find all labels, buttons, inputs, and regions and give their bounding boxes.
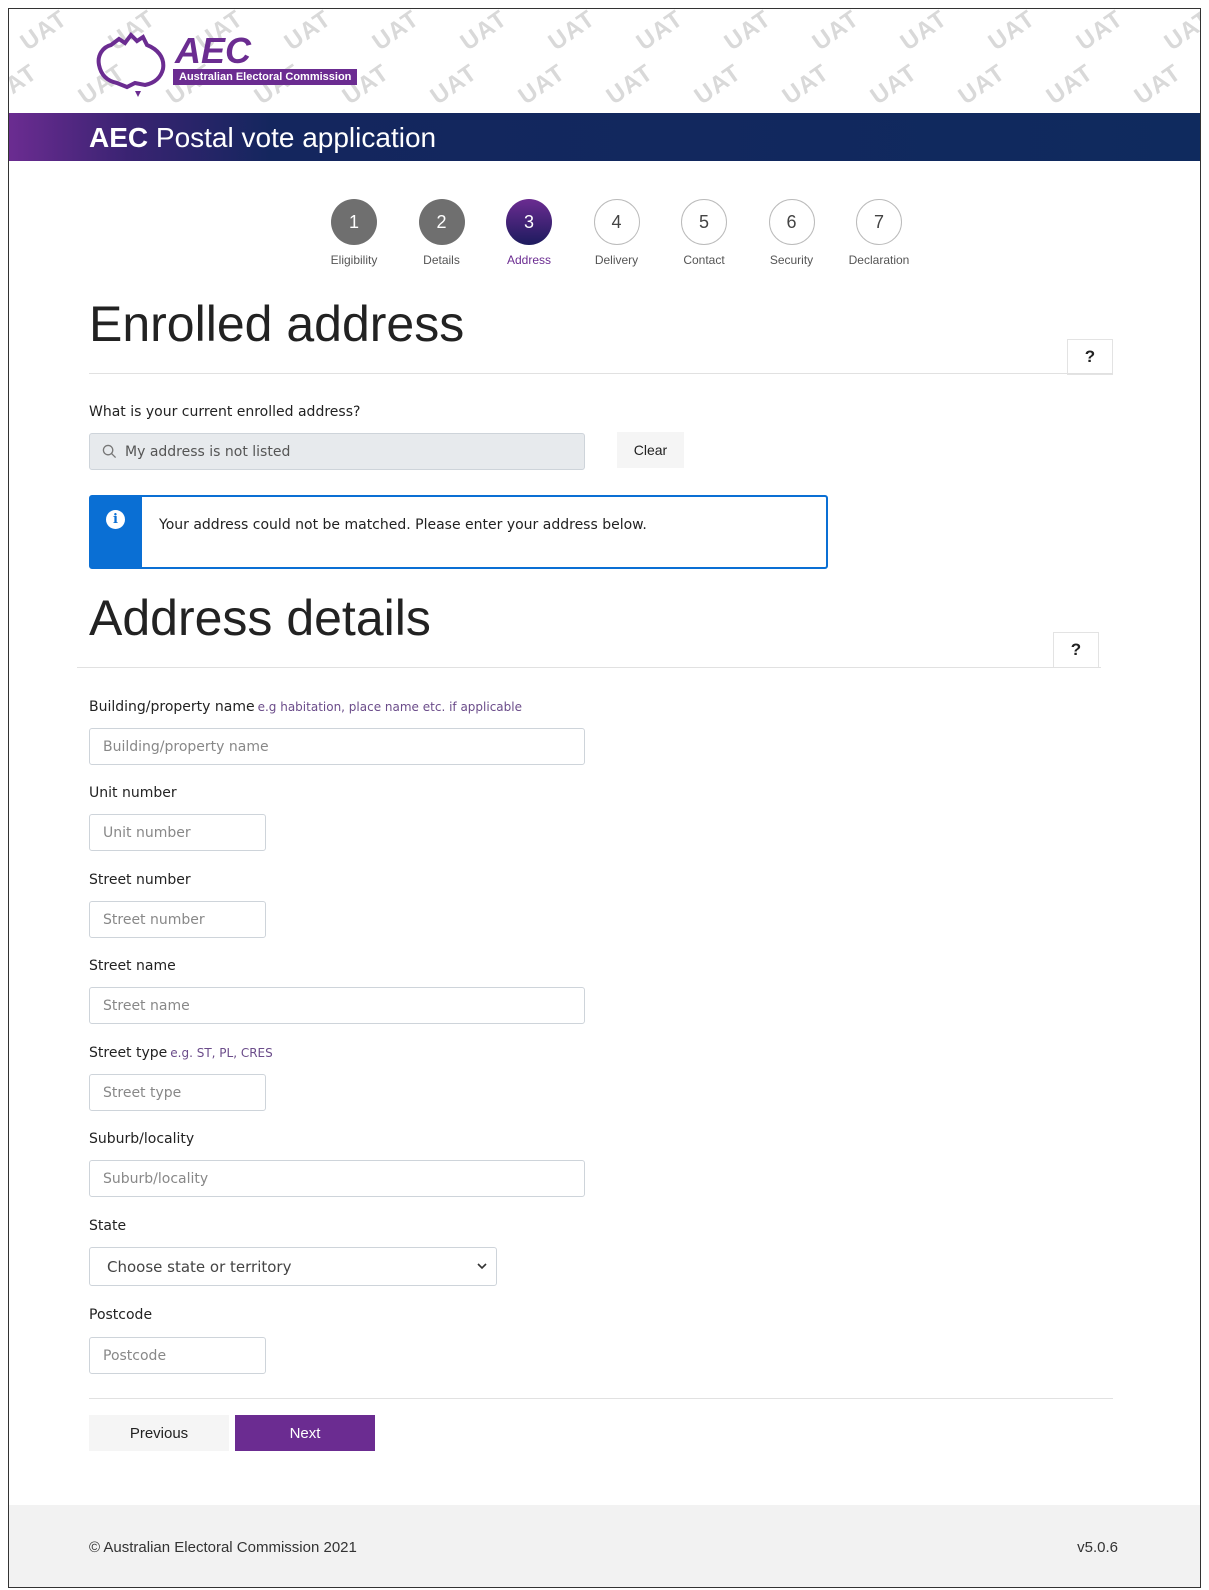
step-delivery: 4 Delivery	[572, 199, 662, 267]
logo-wordmark: AEC	[175, 30, 252, 71]
previous-button[interactable]: Previous	[89, 1415, 229, 1451]
step-number: 1	[331, 199, 377, 245]
uat-watermark: UAT	[601, 59, 659, 111]
step-label: Declaration	[848, 253, 910, 267]
app-title-rest: Postal vote application	[148, 122, 437, 153]
copyright-text: © Australian Electoral Commission 2021	[89, 1539, 357, 1556]
step-number: 2	[418, 199, 465, 245]
step-address: 3 Address	[484, 199, 574, 267]
divider	[89, 1398, 1113, 1399]
alert-accent-bar	[91, 497, 142, 567]
postcode-label: Postcode	[89, 1307, 153, 1323]
australia-map-icon	[96, 31, 166, 97]
step-eligibility: 1 Eligibility	[309, 199, 399, 267]
uat-watermark: UAT	[9, 59, 43, 111]
uat-watermark: UAT	[1129, 59, 1187, 111]
info-icon: i	[106, 510, 125, 529]
uat-watermark: UAT	[953, 59, 1011, 111]
building-hint: e.g habitation, place name etc. if appli…	[257, 700, 522, 714]
progress-stepper: 1 Eligibility 2 Details 3 Address 4 Delivery 5 Co…	[309, 199, 929, 279]
step-number: 7	[856, 199, 902, 245]
app-title: AEC Postal vote application	[89, 122, 436, 154]
enrolled-address-heading: Enrolled address	[89, 296, 465, 352]
step-details: 2 Details	[397, 199, 487, 267]
step-number: 5	[681, 199, 727, 245]
state-select[interactable]: Choose state or territory	[89, 1247, 497, 1286]
street-type-label: Street type e.g. ST, PL, CRES	[89, 1045, 273, 1061]
step-label: Address	[506, 253, 552, 267]
uat-watermark: UAT	[425, 59, 483, 111]
address-not-matched-alert: i Your address could not be matched. Ple…	[89, 495, 828, 569]
uat-watermark: UAT	[983, 9, 1041, 57]
street-number-label: Street number	[89, 872, 191, 888]
state-select-value: Choose state or territory	[107, 1257, 292, 1276]
step-label: Security	[769, 253, 814, 267]
street-type-hint: e.g. ST, PL, CRES	[170, 1046, 273, 1060]
logo-subtitle: Australian Electoral Commission	[173, 69, 358, 85]
footer: © Australian Electoral Commission 2021 v…	[9, 1505, 1200, 1587]
step-contact: 5 Contact	[659, 199, 749, 267]
street-type-label-text: Street type	[89, 1045, 168, 1061]
version-text: v5.0.6	[1077, 1539, 1118, 1556]
alert-message: Your address could not be matched. Pleas…	[159, 517, 647, 533]
uat-watermark: UAT	[1041, 59, 1099, 111]
unit-number-label: Unit number	[89, 785, 177, 801]
step-security: 6 Security	[747, 199, 837, 267]
uat-watermark: UAT	[513, 59, 571, 111]
street-number-input[interactable]: Street number	[89, 901, 266, 938]
step-number: 6	[768, 199, 815, 245]
uat-watermark: UAT	[689, 59, 747, 111]
address-details-heading: Address details	[89, 590, 431, 646]
app-title-bold: AEC	[89, 122, 149, 153]
uat-watermark: UAT	[895, 9, 953, 57]
street-name-label: Street name	[89, 958, 176, 974]
uat-watermark: UAT	[865, 59, 923, 111]
street-type-input[interactable]: Street type	[89, 1074, 266, 1111]
building-label: Building/property name e.g habitation, pl…	[89, 699, 522, 715]
next-button[interactable]: Next	[235, 1415, 375, 1451]
app-title-bar: AEC Postal vote application	[9, 113, 1200, 161]
unit-number-input[interactable]: Unit number	[89, 814, 266, 851]
uat-watermark: UAT	[631, 9, 689, 57]
enrolled-address-question: What is your current enrolled address?	[89, 404, 361, 420]
step-declaration: 7 Declaration	[834, 199, 924, 267]
uat-watermark: UAT	[1159, 9, 1200, 57]
suburb-input[interactable]: Suburb/locality	[89, 1160, 585, 1197]
step-number: 4	[593, 199, 640, 245]
details-help-button[interactable]: ?	[1053, 632, 1099, 668]
street-name-input[interactable]: Street name	[89, 987, 585, 1024]
search-icon	[102, 444, 117, 459]
step-label: Contact	[683, 253, 725, 267]
divider	[89, 373, 1113, 374]
chevron-down-icon	[477, 1263, 487, 1270]
step-number: 3	[506, 199, 552, 245]
clear-button[interactable]: Clear	[617, 432, 684, 468]
step-label: Delivery	[594, 253, 639, 267]
aec-logo[interactable]: AEC Australian Electoral Commission	[89, 31, 379, 101]
state-label: State	[89, 1218, 127, 1234]
brand-strip: UAT UAT UAT UAT UAT UAT UAT UAT UAT UAT UAT UAT UAT U…	[9, 9, 1200, 113]
uat-watermark: UAT	[543, 9, 601, 57]
enrolled-help-button[interactable]: ?	[1067, 339, 1113, 375]
step-label: Eligibility	[330, 253, 378, 267]
address-search-value: My address is not listed	[125, 443, 291, 460]
uat-watermark: UAT	[455, 9, 513, 57]
suburb-label: Suburb/locality	[89, 1131, 195, 1147]
uat-watermark: UAT	[719, 9, 777, 57]
page-frame: UAT UAT UAT UAT UAT UAT UAT UAT UAT UAT UAT UAT UAT U…	[8, 8, 1201, 1588]
postcode-input[interactable]: Postcode	[89, 1337, 266, 1374]
step-label: Details	[423, 253, 460, 267]
address-search-input[interactable]: My address is not listed	[89, 433, 585, 470]
uat-watermark: UAT	[777, 59, 835, 111]
uat-watermark: UAT	[15, 9, 73, 57]
divider	[77, 667, 1101, 668]
uat-watermark: UAT	[1071, 9, 1129, 57]
building-name-input[interactable]: Building/property name	[89, 728, 585, 765]
building-label-text: Building/property name	[89, 699, 255, 715]
uat-watermark: UAT	[807, 9, 865, 57]
